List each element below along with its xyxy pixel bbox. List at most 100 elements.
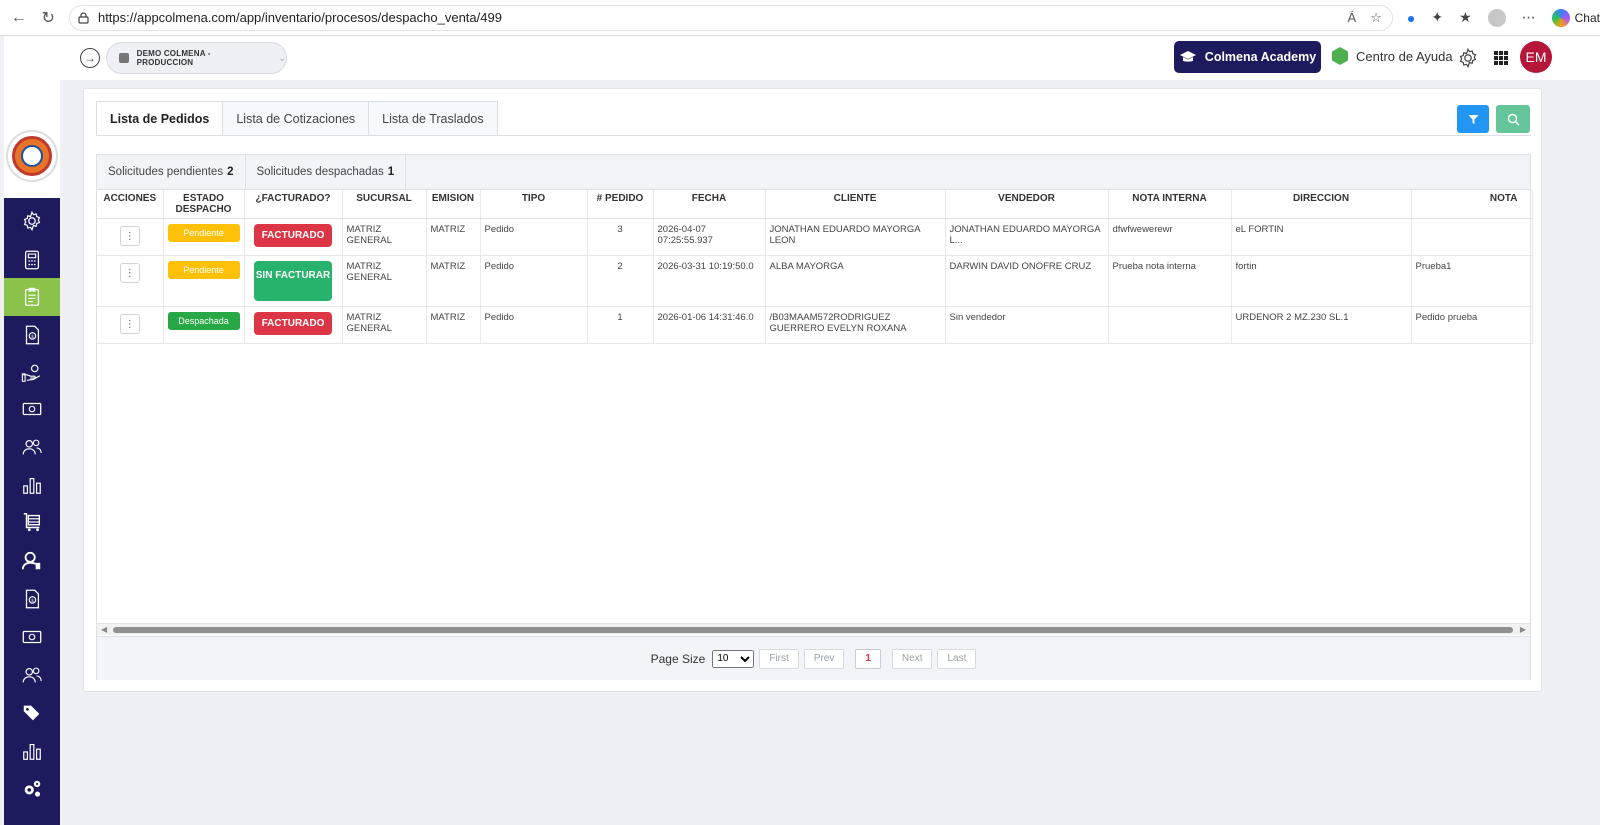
cell-pedido: 3 (587, 218, 654, 256)
browser-toolbar: ← ↻ https://appcolmena.com/app/inventari… (0, 0, 1600, 36)
reload-icon[interactable]: ↻ (37, 7, 58, 29)
cell-tipo: Pedido (480, 255, 588, 307)
sidebar-item-cash[interactable] (4, 390, 60, 428)
scroll-left-icon[interactable]: ◀ (101, 625, 107, 634)
cell-nota (1411, 218, 1533, 256)
col-estado-despacho[interactable]: ESTADO DESPACHO (163, 190, 245, 219)
col-facturado[interactable]: ¿FACTURADO? (244, 190, 343, 219)
table-row[interactable]: ⋮ Despachada FACTURADO MATRIZ GENERAL MA… (97, 306, 1533, 344)
help-cube-icon (1332, 47, 1348, 65)
sidebar-item-payments[interactable] (4, 354, 60, 392)
puzzle-icon[interactable]: ✦ (1431, 9, 1443, 26)
cart-icon (23, 513, 41, 532)
apps-grid-icon[interactable] (1494, 51, 1508, 65)
list-tabs: Lista de Pedidos Lista de Cotizaciones L… (96, 101, 498, 136)
tab-traslados[interactable]: Lista de Traslados (368, 101, 498, 136)
colmena-academy-button[interactable]: Colmena Academy (1174, 41, 1321, 73)
gear-icon (23, 210, 41, 232)
cell-direccion: eL FORTIN (1231, 218, 1412, 256)
sidebar-item-pos[interactable] (4, 241, 60, 279)
first-page-button[interactable]: First (759, 648, 799, 669)
prev-page-button[interactable]: Prev (803, 648, 845, 669)
company-logo[interactable] (6, 130, 58, 182)
invoice-status-button[interactable]: FACTURADO (254, 312, 332, 335)
page-size-select[interactable]: 10 (712, 649, 755, 668)
more-icon[interactable]: ⋯ (1522, 9, 1536, 26)
col-nota[interactable]: NOTA (1411, 190, 1533, 219)
col-acciones[interactable]: ACCIONES (97, 190, 164, 219)
building-icon (119, 53, 129, 63)
help-center-link[interactable]: Centro de Ayuda (1332, 47, 1453, 65)
address-bar[interactable]: https://appcolmena.com/app/inventario/pr… (68, 4, 1393, 31)
lock-icon (76, 10, 92, 26)
invoice-icon: $ (25, 589, 40, 609)
favorite-star-icon[interactable]: ☆ (1370, 10, 1382, 26)
table-row[interactable]: ⋮ Pendiente FACTURADO MATRIZ GENERAL MAT… (97, 218, 1533, 256)
cell-sucursal: MATRIZ GENERAL (342, 218, 427, 256)
sidebar-item-cash-2[interactable] (4, 618, 60, 656)
col-direccion[interactable]: DIRECCION (1231, 190, 1412, 219)
tab-cotizaciones[interactable]: Lista de Cotizaciones (222, 101, 370, 136)
scrollbar-thumb[interactable] (113, 627, 1513, 633)
bar-chart-icon (23, 743, 41, 760)
sidebar-item-reports-2[interactable] (4, 732, 60, 770)
col-tipo[interactable]: TIPO (480, 190, 588, 219)
sidebar-item-clients[interactable] (4, 428, 60, 466)
current-page-button[interactable]: 1 (855, 648, 881, 669)
row-actions-kebab-icon[interactable]: ⋮ (119, 263, 140, 283)
scroll-right-icon[interactable]: ▶ (1520, 625, 1526, 634)
user-avatar[interactable]: EM (1520, 41, 1552, 73)
invoice-status-button[interactable]: SIN FACTURAR (254, 261, 332, 301)
last-page-button[interactable]: Last (937, 648, 977, 669)
table-header-row: ACCIONES ESTADO DESPACHO ¿FACTURADO? SUC… (97, 190, 1533, 219)
favorites-icon[interactable]: ★ (1459, 9, 1472, 26)
hand-coins-icon (21, 364, 41, 382)
col-pedido[interactable]: # PEDIDO (587, 190, 654, 219)
profile-icon[interactable] (1487, 8, 1506, 27)
search-button[interactable] (1496, 105, 1530, 133)
read-aloud-icon[interactable]: Á (1348, 10, 1357, 25)
sidebar-item-config[interactable] (4, 770, 60, 808)
cell-nota: Pedido prueba (1411, 306, 1533, 344)
subtab-despachadas[interactable]: Solicitudes despachadas 1 (246, 155, 407, 189)
row-actions-kebab-icon[interactable]: ⋮ (119, 314, 140, 334)
invoice-status-button[interactable]: FACTURADO (254, 224, 332, 247)
expand-sidebar-icon[interactable]: → (80, 48, 100, 68)
filter-button[interactable] (1457, 105, 1489, 133)
orders-table: ACCIONES ESTADO DESPACHO ¿FACTURADO? SUC… (97, 190, 1533, 344)
sidebar-item-purchases[interactable] (4, 503, 60, 541)
cell-vendedor: Sin vendedor (945, 306, 1109, 344)
row-actions-kebab-icon[interactable]: ⋮ (119, 226, 140, 246)
sidebar-item-billing[interactable]: $ (4, 316, 60, 354)
tab-pedidos[interactable]: Lista de Pedidos (96, 101, 224, 136)
sidebar-item-tags[interactable] (4, 694, 60, 732)
table-row[interactable]: ⋮ Pendiente SIN FACTURAR MATRIZ GENERAL … (97, 255, 1533, 307)
col-emision[interactable]: EMISION (426, 190, 481, 219)
horizontal-scrollbar[interactable]: ◀ ▶ (97, 623, 1530, 635)
invoice-icon: $ (25, 325, 40, 345)
back-icon[interactable]: ← (8, 7, 29, 29)
copilot-chat-button[interactable]: Chat (1551, 8, 1600, 27)
next-page-button[interactable]: Next (891, 648, 933, 669)
sidebar-item-clients-2[interactable] (4, 656, 60, 694)
col-fecha[interactable]: FECHA (653, 190, 766, 219)
pagination: Page Size 10 First Prev 1 Next Last (97, 636, 1530, 680)
search-icon (1507, 113, 1520, 126)
bar-chart-icon (23, 477, 41, 494)
col-nota-interna[interactable]: NOTA INTERNA (1108, 190, 1232, 219)
settings-gear-icon[interactable] (1457, 47, 1479, 69)
calculator-icon (24, 250, 40, 270)
company-selector[interactable]: DEMO COLMENA - PRODUCCION ⌄ (106, 42, 287, 74)
sidebar-item-settings[interactable] (4, 202, 60, 240)
status-badge: Pendiente (167, 224, 240, 242)
sidebar-item-users[interactable] (4, 542, 60, 580)
col-vendedor[interactable]: VENDEDOR (945, 190, 1109, 219)
cash-icon (22, 630, 42, 644)
col-sucursal[interactable]: SUCURSAL (342, 190, 427, 219)
sidebar-item-reports[interactable] (4, 466, 60, 504)
extension-icon[interactable]: ● (1407, 10, 1415, 26)
col-cliente[interactable]: CLIENTE (765, 190, 946, 219)
sidebar-item-billing-2[interactable]: $ (4, 580, 60, 618)
sidebar-item-inventory[interactable] (4, 278, 60, 316)
subtab-pendientes[interactable]: Solicitudes pendientes 2 (97, 155, 246, 189)
